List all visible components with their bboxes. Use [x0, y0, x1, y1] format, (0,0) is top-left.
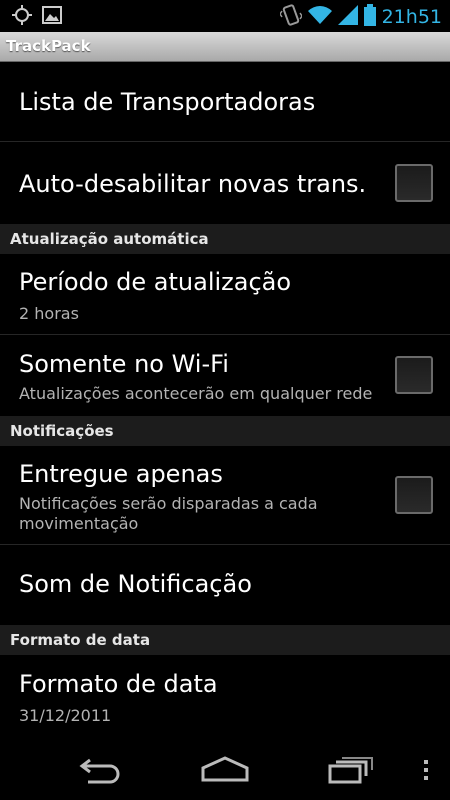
pref-title: Entregue apenas	[19, 460, 223, 488]
category-date-format: Formato de data	[0, 625, 450, 655]
pref-summary: 2 horas	[19, 304, 79, 323]
menu-icon[interactable]	[421, 754, 431, 790]
app-title-bar: TrackPack	[0, 32, 450, 62]
pref-update-period[interactable]: Período de atualização 2 horas	[0, 254, 450, 335]
category-label: Notificações	[10, 422, 114, 440]
category-notifications: Notificações	[0, 416, 450, 446]
pref-delivered-only[interactable]: Entregue apenas Notificações serão dispa…	[0, 446, 450, 545]
battery-icon	[363, 4, 376, 30]
status-bar: 21h51	[0, 0, 450, 32]
signal-icon	[337, 5, 358, 29]
home-icon[interactable]	[201, 754, 249, 790]
delivered-only-checkbox[interactable]	[395, 476, 433, 514]
pref-summary: Notificações serão disparadas a cada mov…	[19, 494, 318, 533]
pref-notification-sound[interactable]: Som de Notificação	[0, 546, 450, 625]
category-auto-update: Atualização automática	[0, 224, 450, 254]
app-title: TrackPack	[6, 37, 91, 55]
pref-auto-disable[interactable]: Auto-desabilitar novas trans.	[0, 143, 450, 224]
pref-title: Auto-desabilitar novas trans.	[19, 170, 367, 198]
vibrate-icon	[278, 3, 303, 31]
pref-title: Período de atualização	[19, 268, 292, 296]
pref-date-format[interactable]: Formato de data 31/12/2011	[0, 655, 450, 740]
navigation-bar	[0, 740, 450, 800]
pref-carriers-list[interactable]: Lista de Transportadoras	[0, 63, 450, 142]
recent-apps-icon[interactable]	[328, 754, 374, 790]
auto-disable-checkbox[interactable]	[395, 164, 433, 202]
gps-icon	[12, 5, 32, 29]
pref-summary: Atualizações acontecerão em qualquer red…	[19, 384, 373, 403]
pref-wifi-only[interactable]: Somente no Wi-Fi Atualizações acontecerã…	[0, 336, 450, 416]
pref-title: Somente no Wi-Fi	[19, 350, 229, 378]
wifi-icon	[307, 5, 332, 29]
pref-summary: 31/12/2011	[19, 706, 112, 725]
pref-title: Formato de data	[19, 670, 218, 698]
image-icon	[42, 5, 62, 29]
back-icon[interactable]	[78, 754, 122, 790]
pref-title: Som de Notificação	[19, 570, 252, 598]
status-clock: 21h51	[381, 6, 442, 28]
category-label: Atualização automática	[10, 230, 209, 248]
pref-title: Lista de Transportadoras	[19, 88, 316, 116]
category-label: Formato de data	[10, 631, 151, 649]
wifi-only-checkbox[interactable]	[395, 356, 433, 394]
